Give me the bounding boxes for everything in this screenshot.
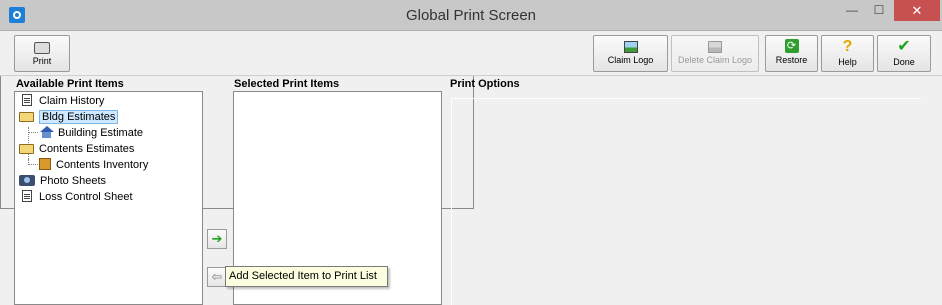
tree-item-building-estimate[interactable]: Building Estimate	[39, 126, 143, 141]
tree-item-label: Loss Control Sheet	[39, 191, 133, 203]
tree-item-label: Building Estimate	[58, 127, 143, 139]
restore-icon: ⟳	[784, 39, 799, 53]
window-title: Global Print Screen	[405, 7, 537, 24]
tree-connector	[28, 164, 38, 165]
selected-items-header: Selected Print Items	[234, 78, 340, 90]
print-options-header: Print Options	[450, 78, 520, 90]
checkmark-icon: ✔	[897, 38, 911, 55]
print-options-inner	[451, 98, 921, 305]
house-icon	[39, 126, 54, 138]
tree-item-label: Contents Inventory	[56, 159, 149, 171]
tree-connector	[28, 132, 38, 133]
document-icon	[22, 94, 32, 106]
done-button[interactable]: ✔ Done	[877, 35, 931, 72]
document-icon	[22, 190, 32, 202]
available-items-header: Available Print Items	[16, 78, 124, 90]
maximize-button[interactable]: ☐	[866, 0, 892, 21]
delete-claim-logo-label: Delete Claim Logo	[677, 55, 753, 65]
close-button[interactable]: ✕	[894, 0, 940, 21]
tooltip: Add Selected Item to Print List	[225, 266, 388, 287]
help-button[interactable]: ? Help	[821, 35, 874, 72]
tree-item-loss-control-sheet[interactable]: Loss Control Sheet	[20, 190, 133, 205]
title-bar: Global Print Screen — ☐ ✕	[0, 0, 942, 31]
tree-item-contents-inventory[interactable]: Contents Inventory	[39, 158, 148, 173]
toolbar: Print Claim Logo Delete Claim Logo ⟳ Res…	[0, 31, 942, 76]
tree-item-contents-estimates[interactable]: Contents Estimates	[19, 142, 134, 157]
tree-item-label: Photo Sheets	[40, 175, 107, 187]
help-label: Help	[838, 57, 857, 67]
restore-label: Restore	[775, 55, 808, 65]
tree-item-label: Bldg Estimates	[39, 110, 119, 124]
add-to-print-list-button[interactable]: ➔	[207, 229, 227, 249]
done-label: Done	[893, 57, 915, 67]
tree-item-bldg-estimates[interactable]: Bldg Estimates	[19, 110, 119, 125]
claim-logo-button[interactable]: Claim Logo	[593, 35, 668, 72]
restore-button[interactable]: ⟳ Restore	[765, 35, 818, 72]
picture-icon	[623, 41, 638, 53]
help-icon: ?	[842, 38, 853, 55]
minimize-button[interactable]: —	[839, 0, 865, 21]
folder-open-icon	[19, 112, 34, 122]
tree-item-label: Contents Estimates	[39, 143, 135, 155]
tree-item-label: Claim History	[39, 95, 105, 107]
tree-item-photo-sheets[interactable]: Photo Sheets	[19, 174, 106, 189]
delete-claim-logo-button[interactable]: Delete Claim Logo	[671, 35, 759, 72]
tree-item-claim-history[interactable]: Claim History	[20, 94, 104, 109]
remove-from-print-list-button[interactable]: ⇦	[207, 267, 227, 287]
folder-open-icon	[19, 144, 34, 154]
camera-icon	[19, 175, 35, 186]
claim-logo-label: Claim Logo	[607, 55, 654, 65]
available-items-tree[interactable]: Claim History Bldg Estimates Building Es…	[14, 91, 203, 305]
print-button[interactable]: Print	[14, 35, 70, 72]
picture-icon	[708, 41, 722, 53]
print-button-label: Print	[32, 56, 52, 66]
printer-icon	[34, 42, 50, 54]
box-icon	[39, 158, 51, 170]
